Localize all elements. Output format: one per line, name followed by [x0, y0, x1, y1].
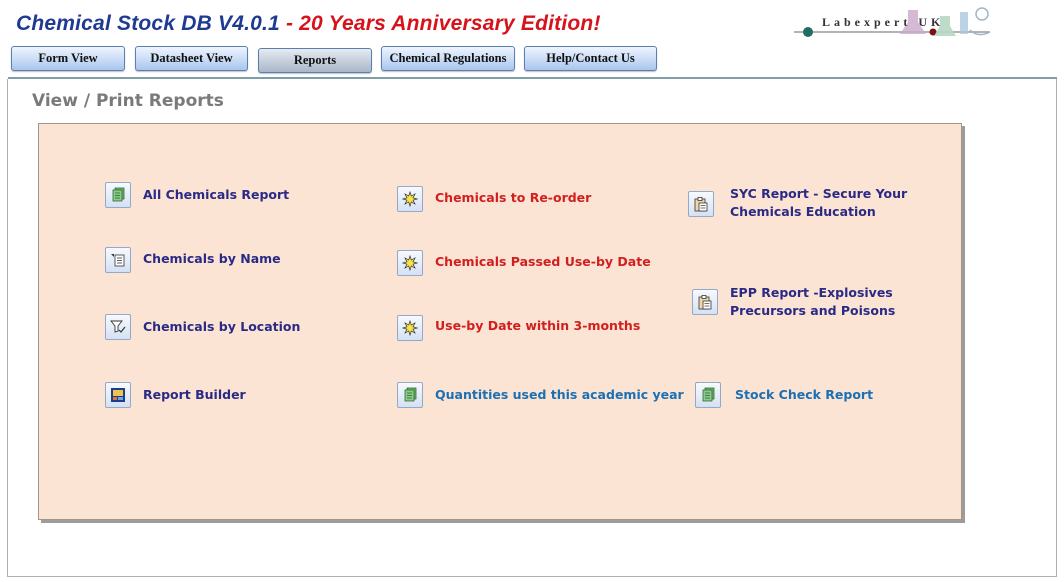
epp-report-line-1: EPP Report -Explosives	[730, 285, 893, 300]
chemicals-by-location-link[interactable]: Chemicals by Location	[143, 318, 300, 336]
report-stack-icon	[702, 387, 715, 402]
alert-burst-icon	[402, 191, 418, 207]
report-stack-icon	[404, 387, 417, 402]
tab-help-contact[interactable]: Help/Contact Us	[524, 46, 657, 71]
use-by-3-months-link[interactable]: Use-by Date within 3-months	[435, 317, 640, 335]
quantities-used-link[interactable]: Quantities used this academic year	[435, 386, 684, 404]
clipboard-icon	[694, 197, 708, 212]
alert-burst-icon	[402, 320, 418, 336]
frame-border-right	[1056, 79, 1057, 577]
logo-text: Labexpert UK	[822, 15, 945, 29]
app-title: Chemical Stock DB V4.0.1 - 20 Years Anni…	[16, 12, 601, 36]
frame-border-bottom	[7, 576, 1057, 577]
header-divider	[8, 77, 1057, 79]
tab-chemical-regulations[interactable]: Chemical Regulations	[381, 46, 515, 71]
all-chemicals-report-link[interactable]: All Chemicals Report	[143, 186, 289, 204]
epp-report-link[interactable]: EPP Report -Explosives Precursors and Po…	[730, 284, 895, 320]
syc-report-button[interactable]	[688, 191, 714, 217]
syc-report-line-2: Chemicals Education	[730, 204, 876, 219]
filter-icon	[110, 320, 126, 333]
stock-check-report-button[interactable]	[695, 382, 721, 408]
epp-report-button[interactable]	[692, 289, 718, 315]
report-builder-button[interactable]	[105, 382, 131, 408]
report-stack-icon	[112, 187, 125, 202]
chemicals-to-reorder-link[interactable]: Chemicals to Re-order	[435, 189, 591, 207]
frame-border-left	[7, 79, 8, 577]
page-heading: View / Print Reports	[32, 91, 224, 111]
epp-report-line-2: Precursors and Poisons	[730, 303, 896, 318]
use-by-3-months-button[interactable]	[397, 315, 423, 341]
chemicals-passed-use-by-button[interactable]	[397, 250, 423, 276]
chemicals-passed-use-by-link[interactable]: Chemicals Passed Use-by Date	[435, 253, 651, 271]
tab-datasheet-view[interactable]: Datasheet View	[135, 46, 248, 71]
stock-check-report-link[interactable]: Stock Check Report	[735, 386, 873, 404]
syc-report-line-1: SYC Report - Secure Your	[730, 186, 908, 201]
clipboard-icon	[698, 295, 712, 310]
tab-reports[interactable]: Reports	[258, 48, 372, 73]
app-title-main: Chemical Stock DB V4.0.1	[16, 12, 280, 35]
labexpert-logo: Labexpert UK	[790, 2, 1000, 46]
sort-list-icon	[111, 254, 125, 267]
report-builder-icon	[111, 388, 125, 402]
report-builder-link[interactable]: Report Builder	[143, 386, 246, 404]
chemicals-by-location-button[interactable]	[105, 314, 131, 340]
syc-report-link[interactable]: SYC Report - Secure Your Chemicals Educa…	[730, 185, 907, 221]
chemicals-by-name-button[interactable]	[105, 247, 131, 273]
alert-burst-icon	[402, 255, 418, 271]
tab-form-view[interactable]: Form View	[11, 46, 125, 71]
chemicals-by-name-link[interactable]: Chemicals by Name	[143, 250, 281, 268]
chemicals-to-reorder-button[interactable]	[397, 186, 423, 212]
app-title-edition: 20 Years Anniversary Edition!	[299, 12, 601, 35]
all-chemicals-report-button[interactable]	[105, 182, 131, 208]
quantities-used-button[interactable]	[397, 382, 423, 408]
app-title-separator: -	[279, 12, 300, 35]
